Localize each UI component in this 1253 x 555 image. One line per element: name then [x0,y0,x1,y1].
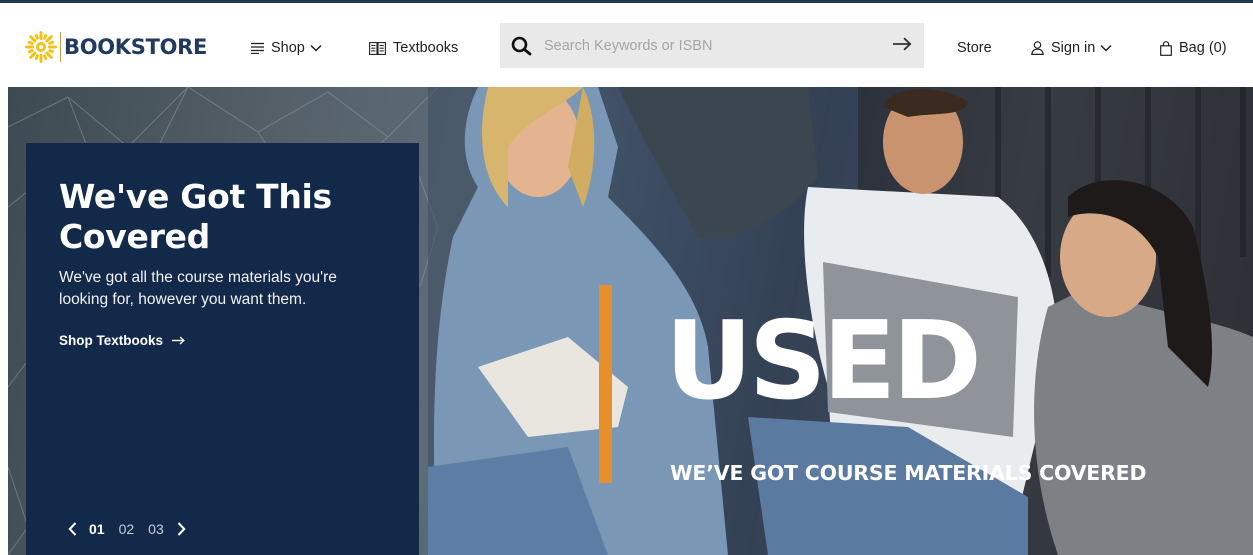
shopping-bag-icon [1160,40,1172,56]
hero-headline: We've Got This Covered [59,177,332,256]
chevron-right-icon [177,522,186,536]
carousel-next-button[interactable] [177,522,186,536]
carousel-pager: 01 02 03 [68,521,186,537]
hero-description: We've got all the course materials you'r… [59,269,337,308]
carousel-page-1[interactable]: 01 [89,521,105,537]
nav-textbooks-label: Textbooks [393,40,459,56]
site-header: BOOKSTORE Shop Textbooks Search Keywords… [0,3,1253,87]
nav-textbooks-link[interactable]: Textbooks [369,37,458,59]
brand-logo[interactable]: BOOKSTORE [24,29,207,65]
chevron-down-icon [310,44,322,52]
carousel-page-2[interactable]: 02 [119,521,135,537]
hero-carousel: We've Got This Covered We've got all the… [8,87,1253,555]
shop-textbooks-link[interactable]: Shop Textbooks [59,333,185,348]
nav-shop-label: Shop [271,40,305,56]
search-icon [511,36,532,56]
logo-divider [60,32,61,62]
hero-promo-panel: We've Got This Covered We've got all the… [26,143,419,555]
nav-store-link[interactable]: Store [957,37,992,59]
chevron-left-icon [68,522,77,536]
brand-name: BOOKSTORE [64,35,208,59]
carousel-prev-button[interactable] [68,522,77,536]
nav-sign-in-menu[interactable]: Sign in [1031,37,1112,59]
nav-bag-label: Bag (0) [1179,40,1227,56]
carousel-page-3[interactable]: 03 [148,521,164,537]
shop-textbooks-label: Shop Textbooks [59,333,164,348]
nav-bag-link[interactable]: Bag (0) [1160,37,1227,59]
menu-lines-icon [251,42,264,54]
banner-accent-bar [599,285,612,483]
open-book-icon [369,41,386,55]
banner-tagline: WE’VE GOT COURSE MATERIALS COVERED [670,461,1147,485]
nav-shop-menu[interactable]: Shop [251,37,322,59]
chevron-down-icon [1100,44,1112,52]
search-bar [500,23,924,68]
arrow-right-icon [172,336,185,345]
banner-word: USED [665,299,982,424]
nav-store-label: Store [957,40,992,56]
search-submit-arrow-icon[interactable] [893,37,912,51]
user-icon [1031,41,1044,55]
nav-sign-in-label: Sign in [1051,40,1096,56]
search-input[interactable] [544,32,874,60]
sunburst-logo-icon [25,31,57,63]
